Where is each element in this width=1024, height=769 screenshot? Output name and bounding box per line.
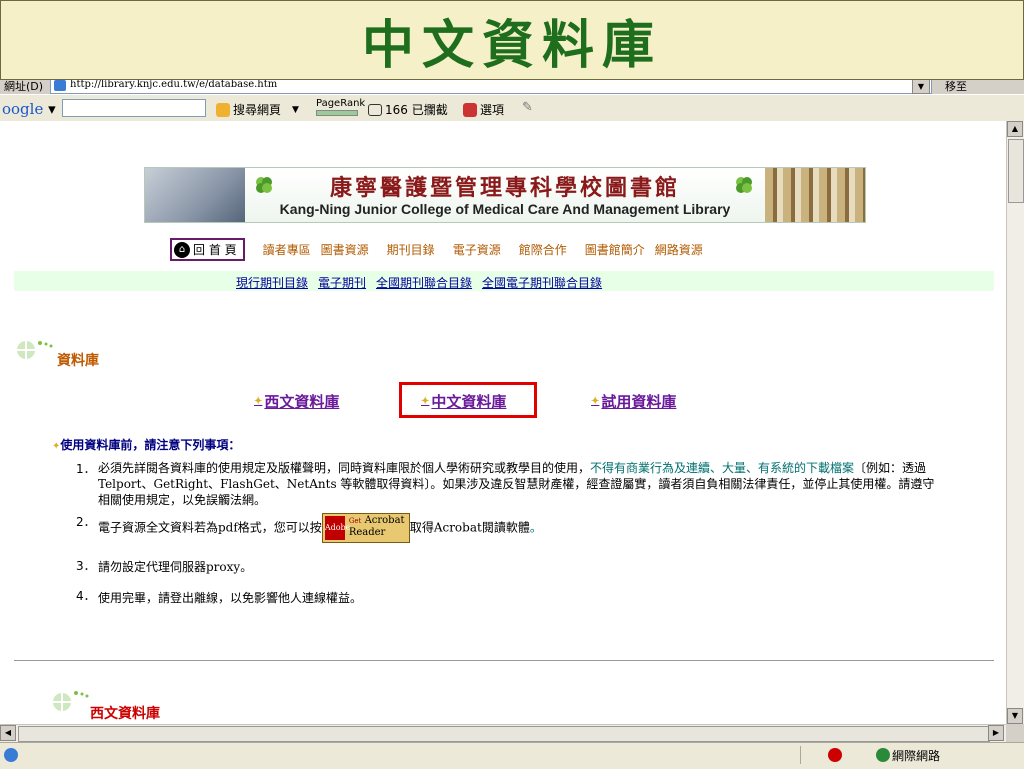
slide-title-text: 中文資料庫	[361, 14, 662, 76]
subnav-union-ejournals[interactable]: 全國電子期刊聯合目錄	[482, 274, 602, 291]
home-icon: ⌂	[174, 241, 190, 258]
nav-item-ill[interactable]: 館際合作	[519, 241, 567, 258]
notice-number: 3．	[76, 559, 96, 573]
nav-item-reader[interactable]: 讀者專區	[263, 241, 311, 258]
status-bar: 網際網路	[0, 742, 1024, 769]
search-web-icon	[216, 102, 230, 117]
security-zone-label: 網際網路	[892, 749, 941, 763]
subnav-current-journals[interactable]: 現行期刊目錄	[236, 274, 308, 291]
options-button[interactable]: 選項	[463, 101, 504, 118]
notice-heading: ✦使用資料庫前，請注意下列事項：	[52, 438, 241, 452]
star-icon: ✦	[421, 396, 430, 407]
google-logo[interactable]: oogle ▾	[2, 100, 56, 118]
vertical-scroll-thumb[interactable]	[1008, 139, 1024, 203]
go-button[interactable]: 移至	[945, 78, 967, 94]
ie-status-icon	[4, 748, 18, 762]
nav-item-books[interactable]: 圖書資源	[321, 241, 369, 258]
nav-item-about[interactable]: 圖書館簡介	[585, 241, 645, 258]
divider	[14, 660, 994, 661]
privacy-icon[interactable]	[828, 748, 842, 762]
notice-number: 1．	[76, 462, 96, 476]
horizontal-scrollbar[interactable]: ◀ ▶	[0, 724, 1006, 742]
highlight-pen-icon[interactable]: ✎	[522, 100, 533, 115]
address-dropdown-icon[interactable]: ▼	[912, 79, 930, 94]
options-icon	[463, 102, 477, 117]
notice-number: 4．	[76, 589, 96, 603]
star-icon: ✦	[591, 396, 600, 407]
home-button[interactable]: ⌂ 回 首 頁	[170, 238, 245, 261]
nav-item-web[interactable]: 網路資源	[655, 241, 703, 258]
scroll-up-icon[interactable]: ▲	[1007, 121, 1023, 137]
vertical-scrollbar[interactable]: ▲ ▼	[1006, 121, 1024, 724]
chevron-down-icon[interactable]: ▼	[292, 105, 299, 115]
popup-icon	[368, 103, 382, 116]
google-toolbar: oogle ▾ 搜尋網頁 ▼ PageRank 166 已攔截 選項 ✎	[0, 94, 1024, 122]
adobe-logo-icon: Adobe	[324, 516, 350, 540]
bookshelf-photo	[765, 168, 865, 222]
internet-zone-icon	[876, 748, 890, 762]
popup-blocker-button[interactable]: 166 已攔截	[368, 101, 448, 118]
chinese-db-link[interactable]: ✦ 中文資料庫	[421, 391, 506, 412]
notice-number: 2．	[76, 515, 96, 529]
section-title: 資料庫	[57, 353, 99, 369]
nav-item-journals[interactable]: 期刊目錄	[387, 241, 435, 258]
library-banner[interactable]: 康寧醫護暨管理專科學校圖書館 Kang-Ning Junior College …	[144, 167, 866, 223]
address-bar: 網址(D) http://library.knjc.edu.tw/e/datab…	[0, 78, 1024, 94]
notice-item-3: 請勿設定代理伺服器proxy。	[98, 560, 253, 574]
horizontal-scroll-thumb[interactable]	[18, 726, 990, 742]
subnav-ejournals[interactable]: 電子期刊	[318, 274, 366, 291]
scroll-left-icon[interactable]: ◀	[0, 725, 16, 741]
notice-item-2: 電子資源全文資料若為pdf格式，您可以按 Adobe Get Acrobat R…	[98, 513, 946, 543]
notice-item-4: 使用完畢，請登出離線，以免影響他人連線權益。	[98, 591, 363, 605]
address-url[interactable]: http://library.knjc.edu.tw/e/database.ht…	[70, 79, 277, 90]
search-web-button[interactable]: 搜尋網頁 ▼	[216, 101, 299, 118]
sub-nav: 現行期刊目錄 電子期刊 全國期刊聯合目錄 全國電子期刊聯合目錄	[14, 271, 994, 291]
ie-page-icon	[54, 80, 66, 91]
get-acrobat-reader-button[interactable]: Adobe Get Acrobat Reader	[321, 513, 410, 543]
section2-title: 西文資料庫	[90, 706, 160, 722]
pagerank-bar	[316, 110, 358, 116]
slide-title: 中文資料庫	[0, 0, 1024, 80]
star-icon: ✦	[254, 396, 263, 407]
subnav-union-catalog[interactable]: 全國期刊聯合目錄	[376, 274, 472, 291]
notice-item-1: 必須先詳閱各資料庫的使用規定及版權聲明，同時資料庫限於個人學術研究或教學目的使用…	[98, 461, 935, 507]
trial-db-link[interactable]: ✦ 試用資料庫	[591, 391, 676, 412]
google-search-input[interactable]	[62, 99, 206, 117]
nav-item-eresources[interactable]: 電子資源	[453, 241, 501, 258]
page-viewport: 康寧醫護暨管理專科學校圖書館 Kang-Ning Junior College …	[0, 121, 1006, 724]
main-nav: ⌂ 回 首 頁 讀者專區 圖書資源 期刊目錄 電子資源 館際合作 圖書館簡介 網…	[170, 238, 713, 261]
banner-title-en: Kang-Ning Junior College of Medical Care…	[279, 201, 731, 217]
divider	[800, 746, 801, 764]
section-clover-icon	[53, 691, 89, 711]
pagerank-label: PageRank	[316, 98, 365, 116]
western-db-link[interactable]: ✦ 西文資料庫	[254, 391, 339, 412]
section-clover-icon	[17, 341, 53, 359]
address-label: 網址(D)	[4, 80, 44, 93]
building-photo	[145, 168, 245, 222]
scroll-down-icon[interactable]: ▼	[1007, 708, 1023, 724]
scroll-right-icon[interactable]: ▶	[988, 725, 1004, 741]
banner-title-cn: 康寧醫護暨管理專科學校圖書館	[329, 175, 680, 201]
